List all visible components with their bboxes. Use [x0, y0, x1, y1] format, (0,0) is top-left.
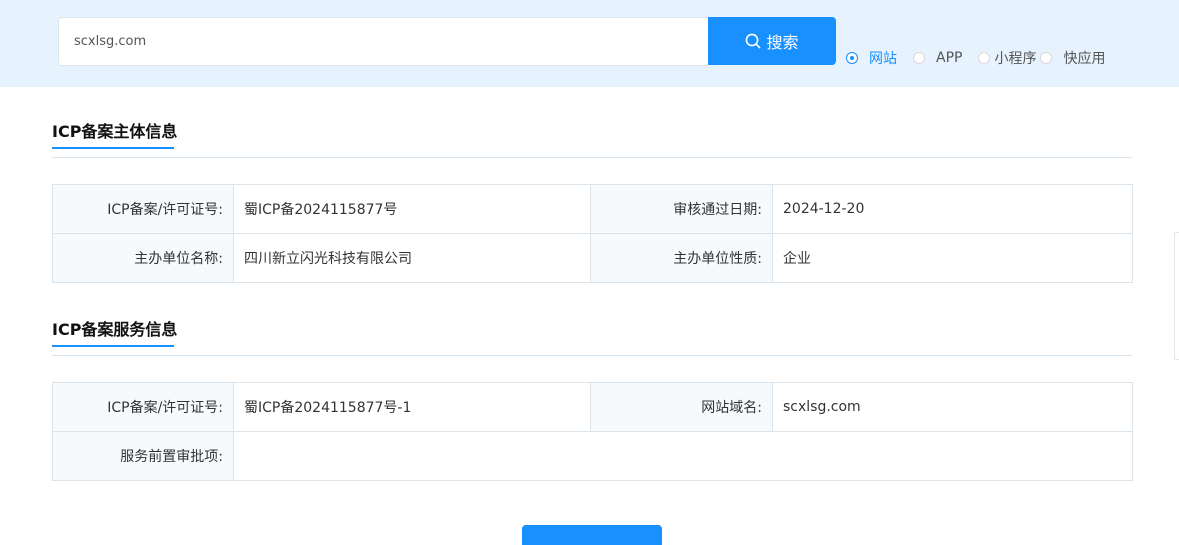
radio-app[interactable]: APP: [913, 50, 962, 66]
radio-website[interactable]: 网站: [846, 48, 897, 68]
radio-dot: [846, 52, 858, 64]
domain-value: scxlsg.com: [772, 382, 1133, 432]
service-section-divider: [52, 355, 1132, 356]
organizer-name-value: 四川新立闪光科技有限公司: [233, 233, 591, 283]
search-icon: [746, 33, 761, 49]
service-info-table: ICP备案/许可证号: 蜀ICP备2024115877号-1 网站域名: scx…: [52, 382, 1133, 481]
subject-title-underline: [52, 147, 174, 149]
table-row: ICP备案/许可证号: 蜀ICP备2024115877号-1 网站域名: scx…: [52, 382, 1133, 432]
radio-dot: [978, 52, 991, 64]
bottom-action-button[interactable]: [522, 525, 662, 545]
radio-miniprogram[interactable]: 小程序: [978, 48, 1036, 68]
type-radio-group: 网站 APP 小程序 快应用: [846, 48, 1105, 68]
radio-dot: [1040, 52, 1053, 64]
search-button-label: 搜索: [766, 33, 799, 52]
domain-label: 网站域名:: [590, 382, 773, 432]
subject-info-table: ICP备案/许可证号: 蜀ICP备2024115877号 审核通过日期: 202…: [52, 184, 1133, 283]
service-license-value: 蜀ICP备2024115877号-1: [233, 382, 591, 432]
radio-label: 网站: [869, 51, 897, 67]
radio-label: APP: [936, 50, 963, 66]
organizer-type-label: 主办单位性质:: [590, 233, 773, 283]
pre-approval-label: 服务前置审批项:: [52, 431, 234, 481]
service-title-underline: [52, 345, 174, 347]
radio-label: 快应用: [1063, 51, 1106, 67]
approval-date-label: 审核通过日期:: [590, 184, 773, 234]
side-panel-edge: [1174, 232, 1179, 360]
search-input[interactable]: [58, 17, 708, 66]
approval-date-value: 2024-12-20: [772, 184, 1133, 234]
license-value: 蜀ICP备2024115877号: [233, 184, 591, 234]
table-row: ICP备案/许可证号: 蜀ICP备2024115877号 审核通过日期: 202…: [52, 184, 1133, 234]
service-license-label: ICP备案/许可证号:: [52, 382, 234, 432]
search-bar-area: 搜索 网站 APP 小程序 快应用: [0, 0, 1179, 87]
radio-label: 小程序: [994, 51, 1037, 67]
subject-section-title: ICP备案主体信息: [52, 122, 178, 141]
radio-quickapp[interactable]: 快应用: [1040, 48, 1105, 68]
search-button[interactable]: 搜索: [708, 17, 836, 65]
table-row: 服务前置审批项:: [52, 431, 1133, 481]
organizer-type-value: 企业: [772, 233, 1133, 283]
radio-dot: [913, 52, 925, 64]
service-section-title: ICP备案服务信息: [52, 320, 178, 339]
subject-section-divider: [52, 157, 1132, 158]
license-label: ICP备案/许可证号:: [52, 184, 234, 234]
organizer-name-label: 主办单位名称:: [52, 233, 234, 283]
pre-approval-value: [233, 431, 1133, 481]
table-row: 主办单位名称: 四川新立闪光科技有限公司 主办单位性质: 企业: [52, 233, 1133, 283]
